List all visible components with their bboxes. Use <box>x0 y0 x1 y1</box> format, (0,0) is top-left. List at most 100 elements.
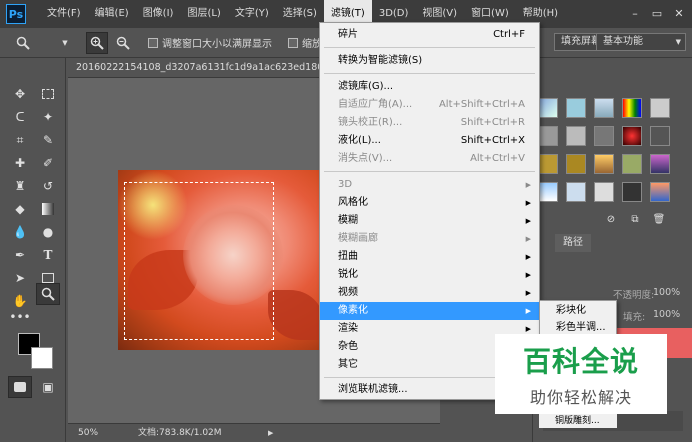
menu-item-mezzotint[interactable]: 铜版雕刻... <box>539 414 617 428</box>
zoom-in-icon[interactable] <box>86 31 108 54</box>
zoom-tool-icon[interactable] <box>36 283 60 305</box>
blur-icon[interactable]: 💧 <box>8 221 32 243</box>
photoshop-logo-icon: Ps <box>6 4 26 24</box>
menu-item-blur[interactable]: 模糊 ▶ <box>320 212 539 230</box>
style-swatch[interactable] <box>538 98 558 118</box>
separator <box>324 73 535 74</box>
menu-item-pixelate[interactable]: 像素化 ▶ <box>320 302 539 320</box>
chevron-down-icon[interactable]: ▼ <box>54 32 76 54</box>
watermark: 百科全说 助你轻松解决 <box>495 334 667 414</box>
zoom-level[interactable]: 50% <box>78 424 98 442</box>
zoom-all-checkbox[interactable] <box>288 37 298 48</box>
menu-item-facet[interactable]: 彩块化 <box>540 302 616 319</box>
more-tools-icon[interactable]: ••• <box>8 306 32 328</box>
style-swatch[interactable] <box>650 182 670 202</box>
brush-icon[interactable]: ✐ <box>36 152 60 174</box>
menu-image[interactable]: 图像(I) <box>136 0 181 28</box>
style-swatch[interactable] <box>650 154 670 174</box>
style-swatch[interactable] <box>594 154 614 174</box>
style-swatch[interactable] <box>566 154 586 174</box>
menu-select[interactable]: 选择(S) <box>276 0 324 28</box>
screen-mode-icon[interactable]: ▣ <box>36 376 60 398</box>
menu-item-vanishing-point: 消失点(V)... Alt+Ctrl+V <box>320 150 539 168</box>
style-swatch[interactable] <box>566 98 586 118</box>
trash-icon[interactable]: 🗑 <box>647 208 671 230</box>
chevron-right-icon: ▶ <box>525 253 531 261</box>
shortcut: Shift+Ctrl+X <box>460 135 525 146</box>
chevron-right-icon[interactable]: ▶ <box>268 424 273 442</box>
tab-paths[interactable]: 路径 <box>555 234 591 252</box>
style-swatch[interactable] <box>538 154 558 174</box>
no-icon[interactable]: ⊘ <box>599 208 623 230</box>
chevron-right-icon: ▶ <box>525 217 531 225</box>
label: 渲染 <box>338 323 358 334</box>
menu-item-filter-gallery[interactable]: 滤镜库(G)... <box>320 78 539 96</box>
label: 3D <box>338 179 353 190</box>
opacity-value[interactable]: 100% <box>653 287 680 298</box>
style-swatch[interactable] <box>622 98 642 118</box>
menu-item-3d: 3D ▶ <box>320 176 539 194</box>
dodge-icon[interactable]: ● <box>36 221 60 243</box>
chevron-right-icon: ▶ <box>525 181 531 189</box>
style-swatch[interactable] <box>594 98 614 118</box>
menu-layer[interactable]: 图层(L) <box>180 0 227 28</box>
workspace-select[interactable]: 基本功能 ▼ <box>596 33 686 51</box>
style-swatch[interactable] <box>538 182 558 202</box>
history-brush-icon[interactable]: ↺ <box>36 175 60 197</box>
style-swatch[interactable] <box>622 182 642 202</box>
style-swatch[interactable] <box>650 126 670 146</box>
marquee-icon[interactable] <box>36 83 60 105</box>
style-swatch[interactable] <box>566 126 586 146</box>
new-swatch-icon[interactable]: ⧉ <box>623 208 647 230</box>
shortcut: Shift+Ctrl+R <box>460 117 525 128</box>
zoom-out-icon[interactable] <box>112 32 134 54</box>
separator <box>324 47 535 48</box>
style-swatch[interactable] <box>650 98 670 118</box>
minimize-icon[interactable]: – <box>624 0 646 28</box>
style-swatch[interactable] <box>538 126 558 146</box>
fill-label: 填充: <box>623 312 646 323</box>
menu-item-liquify[interactable]: 液化(L)... Shift+Ctrl+X <box>320 132 539 150</box>
menu-item-stylize[interactable]: 风格化 ▶ <box>320 194 539 212</box>
chevron-right-icon: ▶ <box>525 235 531 243</box>
menu-item-sharpen[interactable]: 锐化 ▶ <box>320 266 539 284</box>
menu-item-video[interactable]: 视频 ▶ <box>320 284 539 302</box>
style-swatch[interactable] <box>622 126 642 146</box>
magic-wand-icon[interactable]: ✦ <box>36 106 60 128</box>
lasso-icon[interactable]: ᑕ <box>8 106 32 128</box>
menu-edit[interactable]: 编辑(E) <box>88 0 136 28</box>
resize-windows-checkbox[interactable] <box>148 37 158 48</box>
menu-item-distort[interactable]: 扭曲 ▶ <box>320 248 539 266</box>
menu-file[interactable]: 文件(F) <box>40 0 88 28</box>
close-icon[interactable]: ✕ <box>668 0 690 28</box>
move-icon[interactable]: ✥ <box>8 83 32 105</box>
watermark-subtitle: 助你轻松解决 <box>529 388 632 407</box>
menu-type[interactable]: 文字(Y) <box>228 0 276 28</box>
doc-info: 文档:783.8K/1.02M <box>138 428 222 438</box>
style-swatch[interactable] <box>594 182 614 202</box>
background-color-swatch[interactable] <box>31 347 53 369</box>
status-bar: 50% 文档:783.8K/1.02M ▶ <box>68 423 440 442</box>
menu-item-smart-filter[interactable]: 转换为智能滤镜(S) <box>320 52 539 70</box>
label: 消失点(V)... <box>338 153 393 164</box>
stamp-icon[interactable]: ♜ <box>8 175 32 197</box>
style-swatch[interactable] <box>622 154 642 174</box>
maximize-icon[interactable]: ▭ <box>646 0 668 28</box>
fill-value[interactable]: 100% <box>653 309 680 320</box>
eyedropper-icon[interactable]: ✎ <box>36 129 60 151</box>
style-swatch[interactable] <box>594 126 614 146</box>
label: 锐化 <box>338 269 358 280</box>
healing-icon[interactable]: ✚ <box>8 152 32 174</box>
type-icon[interactable]: T <box>36 244 60 266</box>
crop-icon[interactable]: ⌗ <box>8 129 32 151</box>
eraser-icon[interactable]: ◆ <box>8 198 32 220</box>
gradient-icon[interactable] <box>36 198 60 220</box>
quick-mask-icon[interactable] <box>8 376 32 398</box>
pen-icon[interactable]: ✒ <box>8 244 32 266</box>
opacity-label: 不透明度: <box>613 290 655 301</box>
label: 扭曲 <box>338 251 358 262</box>
menu-item-last-filter[interactable]: 碎片 Ctrl+F <box>320 26 539 44</box>
style-swatch[interactable] <box>566 182 586 202</box>
zoom-icon[interactable] <box>12 32 34 54</box>
path-select-icon[interactable]: ➤ <box>8 267 32 289</box>
